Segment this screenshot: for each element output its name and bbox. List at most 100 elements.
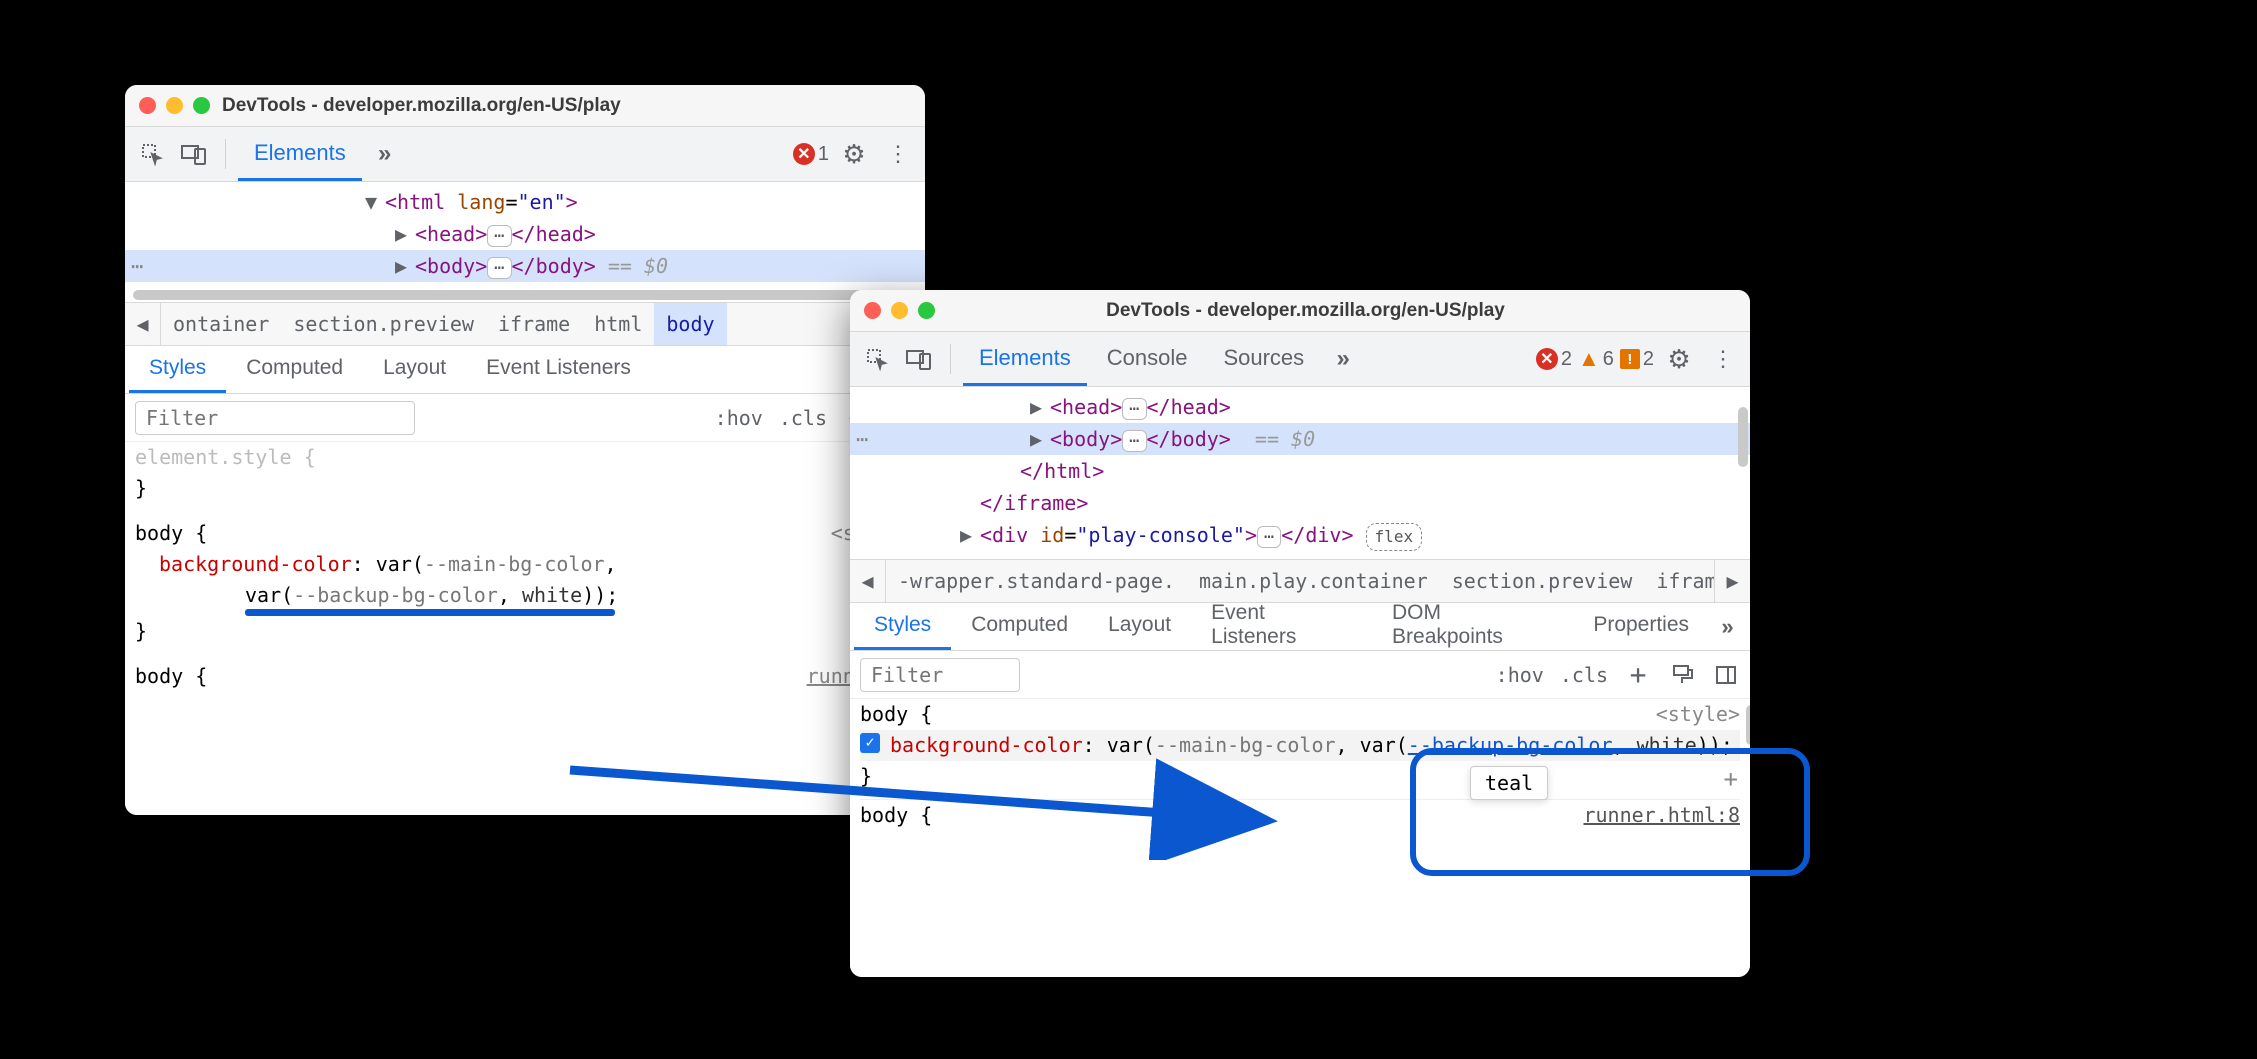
paint-icon[interactable] bbox=[1668, 661, 1696, 689]
close-icon[interactable] bbox=[139, 97, 156, 114]
zoom-icon[interactable] bbox=[918, 302, 935, 319]
rule-source[interactable]: <style> bbox=[1656, 699, 1740, 730]
breadcrumb-left-icon[interactable]: ◀ bbox=[850, 560, 886, 602]
h-scrollbar[interactable] bbox=[133, 290, 917, 300]
css-rule[interactable]: <style> body { bbox=[860, 699, 1740, 730]
panel-toggle-icon[interactable] bbox=[1712, 661, 1740, 689]
breadcrumb-left-icon[interactable]: ◀ bbox=[125, 303, 161, 345]
subtab-event-listeners[interactable]: Event Listeners bbox=[1191, 603, 1372, 650]
tab-elements[interactable]: Elements bbox=[963, 332, 1087, 386]
breadcrumb-item[interactable]: ontainer bbox=[161, 303, 281, 345]
error-count: 1 bbox=[818, 143, 829, 166]
devtools-window-1: DevTools - developer.mozilla.org/en-US/p… bbox=[125, 85, 925, 815]
error-badge[interactable]: ✕ 2 bbox=[1536, 348, 1572, 371]
close-icon[interactable] bbox=[864, 302, 881, 319]
dom-node-selected[interactable]: ⋯ ▶ <body>⋯</body> == $0 bbox=[125, 250, 925, 282]
minimize-icon[interactable] bbox=[166, 97, 183, 114]
hov-toggle[interactable]: :hov bbox=[1496, 663, 1544, 687]
warning-badge[interactable]: ▲ 6 bbox=[1578, 346, 1614, 372]
devtools-window-2: DevTools - developer.mozilla.org/en-US/p… bbox=[850, 290, 1750, 977]
tab-elements[interactable]: Elements bbox=[238, 127, 362, 181]
breadcrumbs: ◀ -wrapper.standard-page. main.play.cont… bbox=[850, 559, 1750, 603]
breadcrumb-item-selected[interactable]: body bbox=[654, 303, 726, 345]
titlebar: DevTools - developer.mozilla.org/en-US/p… bbox=[125, 85, 925, 127]
more-tabs-icon[interactable]: » bbox=[1324, 340, 1362, 378]
inspect-icon[interactable] bbox=[858, 340, 896, 378]
dom-tree: ▶ <head>⋯</head> ⋯ ▶ <body>⋯</body> == $… bbox=[850, 387, 1750, 559]
breadcrumb-item[interactable]: -wrapper.standard-page. bbox=[886, 560, 1187, 602]
styles-subtabs: Styles Computed Layout Event Listeners D… bbox=[850, 603, 1750, 651]
dom-node[interactable]: ▼ <html lang="en"> bbox=[125, 186, 925, 218]
dom-node[interactable]: </iframe> bbox=[850, 487, 1750, 519]
tab-sources[interactable]: Sources bbox=[1207, 332, 1320, 386]
issue-badge[interactable]: ! 2 bbox=[1620, 348, 1654, 371]
css-declaration[interactable]: ✓ background-color: var(--main-bg-color,… bbox=[860, 730, 1740, 761]
gear-icon[interactable]: ⚙ bbox=[835, 135, 873, 173]
inspect-icon[interactable] bbox=[133, 135, 171, 173]
subtab-computed[interactable]: Computed bbox=[226, 346, 363, 393]
subtab-event-listeners[interactable]: Event Listeners bbox=[466, 346, 651, 393]
css-brace: }+ bbox=[860, 761, 1740, 792]
device-toggle-icon[interactable] bbox=[900, 340, 938, 378]
warning-triangle-icon: ▲ bbox=[1578, 346, 1600, 372]
devtools-toolbar: Elements » ✕ 1 ⚙ ⋮ bbox=[125, 127, 925, 182]
css-declaration[interactable]: background-color: var(--main-bg-color, bbox=[135, 549, 915, 580]
css-rule-partial[interactable]: runner.ht body { bbox=[135, 661, 915, 692]
rule-source-link[interactable]: runner.html:8 bbox=[1583, 800, 1740, 831]
styles-panel: <style> body { ✓ background-color: var(-… bbox=[850, 699, 1750, 977]
dom-node-selected[interactable]: ⋯ ▶ <body>⋯</body> == $0 bbox=[850, 423, 1750, 455]
dom-node[interactable]: </html> bbox=[850, 455, 1750, 487]
kebab-icon[interactable]: ⋮ bbox=[879, 135, 917, 173]
breadcrumb-item[interactable]: iframe bbox=[1644, 560, 1714, 602]
cls-toggle[interactable]: .cls bbox=[1560, 663, 1608, 687]
v-scrollbar[interactable] bbox=[1746, 705, 1750, 745]
subtab-styles[interactable]: Styles bbox=[129, 346, 226, 393]
css-rule[interactable]: <style> body { bbox=[135, 518, 915, 549]
window-title: DevTools - developer.mozilla.org/en-US/p… bbox=[222, 95, 621, 117]
kebab-icon[interactable]: ⋮ bbox=[1704, 340, 1742, 378]
filter-input[interactable] bbox=[860, 658, 1020, 692]
tab-console[interactable]: Console bbox=[1091, 332, 1204, 386]
hov-toggle[interactable]: :hov bbox=[715, 406, 763, 430]
css-rule-fragment: element.style { bbox=[135, 442, 915, 473]
subtab-layout[interactable]: Layout bbox=[363, 346, 466, 393]
css-var-tooltip: teal bbox=[1470, 766, 1548, 800]
breadcrumb-right-icon[interactable]: ▶ bbox=[1714, 560, 1750, 602]
dom-node[interactable]: ▶ <div id="play-console">⋯</div> flex bbox=[850, 519, 1750, 551]
subtab-computed[interactable]: Computed bbox=[951, 603, 1088, 650]
add-rule-icon[interactable]: + bbox=[1724, 761, 1738, 798]
breadcrumb-item[interactable]: iframe bbox=[486, 303, 582, 345]
zoom-icon[interactable] bbox=[193, 97, 210, 114]
subtab-layout[interactable]: Layout bbox=[1088, 603, 1191, 650]
minimize-icon[interactable] bbox=[891, 302, 908, 319]
cls-toggle[interactable]: .cls bbox=[779, 406, 827, 430]
more-tabs-icon[interactable]: » bbox=[366, 135, 404, 173]
more-subtabs-icon[interactable]: » bbox=[1709, 608, 1746, 646]
filter-input[interactable] bbox=[135, 401, 415, 435]
breadcrumb-item[interactable]: html bbox=[582, 303, 654, 345]
subtab-properties[interactable]: Properties bbox=[1573, 603, 1709, 650]
breadcrumb-item[interactable]: section.preview bbox=[281, 303, 486, 345]
v-scrollbar[interactable] bbox=[1738, 407, 1748, 467]
breadcrumbs: ◀ ontainer section.preview iframe html b… bbox=[125, 302, 925, 346]
subtab-dom-breakpoints[interactable]: DOM Breakpoints bbox=[1372, 603, 1573, 650]
dom-node[interactable]: ▶ <head>⋯</head> bbox=[125, 218, 925, 250]
device-toggle-icon[interactable] bbox=[175, 135, 213, 173]
css-declaration-cont[interactable]: var(--backup-bg-color, white)); bbox=[135, 580, 915, 611]
reveal-icon[interactable]: ⋯ bbox=[856, 423, 867, 455]
reveal-icon[interactable]: ⋯ bbox=[131, 250, 142, 282]
error-circle-icon: ✕ bbox=[793, 143, 815, 165]
styles-filterbar: :hov .cls + bbox=[850, 651, 1750, 699]
css-rule[interactable]: runner.html:8 body { bbox=[860, 800, 1740, 831]
breadcrumb-item[interactable]: section.preview bbox=[1440, 560, 1645, 602]
css-brace: } bbox=[135, 473, 915, 504]
gear-icon[interactable]: ⚙ bbox=[1660, 340, 1698, 378]
css-var-link[interactable]: --backup-bg-color bbox=[1408, 733, 1613, 757]
dom-node[interactable]: ▶ <head>⋯</head> bbox=[850, 391, 1750, 423]
checkbox-icon[interactable]: ✓ bbox=[860, 733, 880, 753]
error-badge[interactable]: ✕ 1 bbox=[793, 143, 829, 166]
plus-icon[interactable]: + bbox=[1624, 661, 1652, 689]
styles-subtabs: Styles Computed Layout Event Listeners bbox=[125, 346, 925, 394]
subtab-styles[interactable]: Styles bbox=[854, 603, 951, 650]
breadcrumb-item[interactable]: main.play.container bbox=[1187, 560, 1440, 602]
